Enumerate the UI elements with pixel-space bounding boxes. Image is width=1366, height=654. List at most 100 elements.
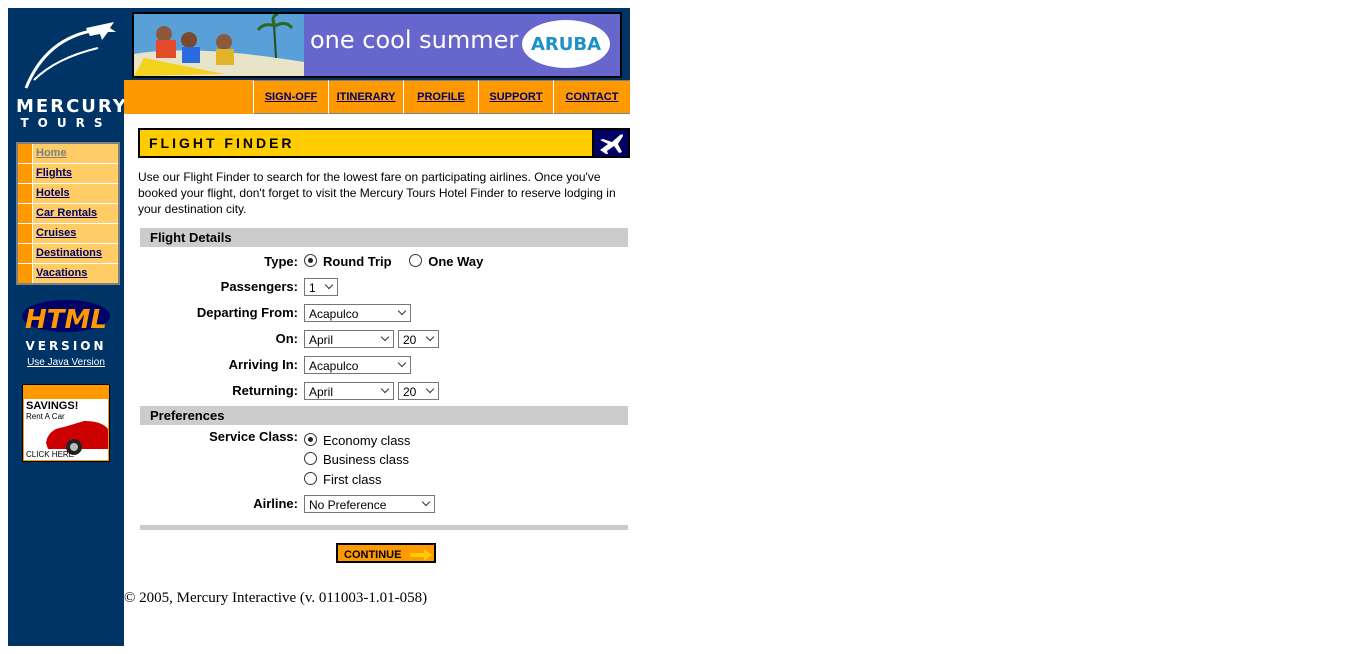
arriving-in-select[interactable]: Acapulco: [304, 356, 411, 374]
chevron-down-icon: [397, 306, 407, 316]
continue-button[interactable]: CONTINUE: [336, 543, 436, 563]
nav-bullet: [18, 184, 33, 203]
nav-bullet: [18, 224, 33, 243]
nav-bullet: [18, 244, 33, 263]
economy-label: Economy class: [323, 433, 411, 448]
tab-sign-off[interactable]: SIGN-OFF: [253, 80, 328, 114]
flight-finder-header: FLIGHT FINDER: [138, 128, 630, 158]
nav-bullet: [18, 164, 33, 183]
chevron-down-icon: [380, 332, 390, 342]
beach-photo: [134, 14, 304, 76]
top-navigation: SIGN-OFF ITINERARY PROFILE SUPPORT CONTA…: [124, 80, 630, 114]
return-day-value: 20: [403, 385, 417, 399]
round-trip-radio[interactable]: [304, 254, 317, 267]
nav-row-destinations: Destinations: [18, 244, 118, 264]
continue-label: CONTINUE: [344, 549, 402, 561]
airline-select[interactable]: No Preference: [304, 495, 435, 513]
airplane-icon: [592, 130, 628, 156]
tab-support[interactable]: SUPPORT: [478, 80, 553, 114]
type-radio-group: Round Trip One Way: [304, 254, 483, 269]
aruba-text: ARUBA: [530, 33, 602, 55]
top-banner-area: one cool summer ARUBA: [124, 8, 630, 80]
type-label: Type:: [264, 254, 298, 269]
arriving-in-label: Arriving In:: [228, 357, 298, 372]
nav-bullet: [18, 144, 33, 163]
chevron-down-icon: [421, 497, 431, 507]
tab-contact[interactable]: CONTACT: [553, 80, 630, 114]
copyright-footer: © 2005, Mercury Interactive (v. 011003-1…: [124, 590, 428, 606]
economy-radio[interactable]: [304, 433, 317, 446]
passengers-label: Passengers:: [220, 279, 298, 294]
nav-row-hotels: Hotels: [18, 184, 118, 204]
departing-from-value: Acapulco: [309, 307, 359, 321]
nav-row-car-rentals: Car Rentals: [18, 204, 118, 224]
ad-content: SAVINGS! Rent A Car CLICK HERE: [24, 399, 108, 460]
car-rental-ad[interactable]: SAVINGS! Rent A Car CLICK HERE: [22, 384, 110, 462]
html-version-graphic: HTML VERSION: [22, 300, 110, 353]
chevron-down-icon: [397, 358, 407, 368]
one-way-radio[interactable]: [409, 254, 423, 267]
mercury-logo[interactable]: MERCURY TOURS: [16, 18, 128, 130]
arrow-right-icon: [410, 549, 432, 561]
airline-value: No Preference: [309, 498, 387, 512]
nav-row-home: Home: [18, 144, 118, 164]
nav-bullet: [18, 264, 33, 283]
nav-row-flights: Flights: [18, 164, 118, 184]
on-label: On:: [275, 331, 298, 346]
return-day-select[interactable]: 20: [398, 382, 439, 400]
return-month-value: April: [309, 385, 334, 399]
section-flight-details: Flight Details: [140, 228, 628, 247]
returning-label: Returning:: [232, 383, 298, 398]
business-option: Business class: [304, 452, 409, 467]
nav-link-car-rentals[interactable]: Car Rentals: [33, 204, 118, 223]
tab-itinerary[interactable]: ITINERARY: [328, 80, 403, 114]
chevron-down-icon: [324, 280, 334, 290]
tab-profile[interactable]: PROFILE: [403, 80, 478, 114]
aruba-logo: ARUBA: [522, 20, 610, 68]
economy-option: Economy class: [304, 433, 410, 448]
nav-link-cruises[interactable]: Cruises: [33, 224, 118, 243]
nav-bullet: [18, 204, 33, 223]
on-month-select[interactable]: April: [304, 330, 394, 348]
first-class-option: First class: [304, 472, 382, 487]
return-month-select[interactable]: April: [304, 382, 394, 400]
passengers-select[interactable]: 1: [304, 278, 338, 296]
one-way-label: One Way: [428, 254, 484, 269]
on-month-value: April: [309, 333, 334, 347]
left-sidebar: MERCURY TOURS Home Flights Hotels Car Re…: [8, 8, 128, 646]
on-day-value: 20: [403, 333, 417, 347]
nav-link-home[interactable]: Home: [33, 144, 118, 163]
logo-line1: MERCURY: [16, 96, 128, 117]
section-preferences: Preferences: [140, 406, 628, 425]
left-navigation: Home Flights Hotels Car Rentals Cruises …: [16, 142, 120, 285]
first-class-radio[interactable]: [304, 472, 317, 485]
business-radio[interactable]: [304, 452, 317, 465]
departing-from-select[interactable]: Acapulco: [304, 304, 411, 322]
form-divider: [140, 525, 628, 530]
first-class-label: First class: [323, 472, 382, 487]
on-day-select[interactable]: 20: [398, 330, 439, 348]
business-label: Business class: [323, 452, 409, 467]
round-trip-label: Round Trip: [323, 254, 392, 269]
html-version-line2: VERSION: [25, 339, 106, 352]
intro-text: Use our Flight Finder to search for the …: [138, 170, 616, 216]
chevron-down-icon: [380, 384, 390, 394]
nav-link-destinations[interactable]: Destinations: [33, 244, 118, 263]
nav-link-hotels[interactable]: Hotels: [33, 184, 118, 203]
arriving-in-value: Acapulco: [309, 359, 359, 373]
airline-label: Airline:: [253, 496, 298, 511]
chevron-down-icon: [425, 332, 435, 342]
aruba-banner[interactable]: one cool summer ARUBA: [132, 12, 622, 78]
html-version-line1: HTML: [25, 305, 107, 335]
java-version-link[interactable]: Use Java Version: [8, 357, 124, 368]
nav-link-flights[interactable]: Flights: [33, 164, 118, 183]
banner-slogan: one cool summer: [310, 26, 519, 54]
ad-click-here: CLICK HERE: [26, 450, 75, 459]
departing-from-label: Departing From:: [196, 305, 298, 320]
nav-row-vacations: Vacations: [18, 264, 118, 283]
airplane-swoosh-icon: [24, 22, 116, 89]
service-class-label: Service Class:: [209, 429, 298, 444]
passengers-value: 1: [309, 281, 316, 295]
logo-line2: TOURS: [20, 116, 112, 130]
nav-link-vacations[interactable]: Vacations: [33, 264, 118, 283]
